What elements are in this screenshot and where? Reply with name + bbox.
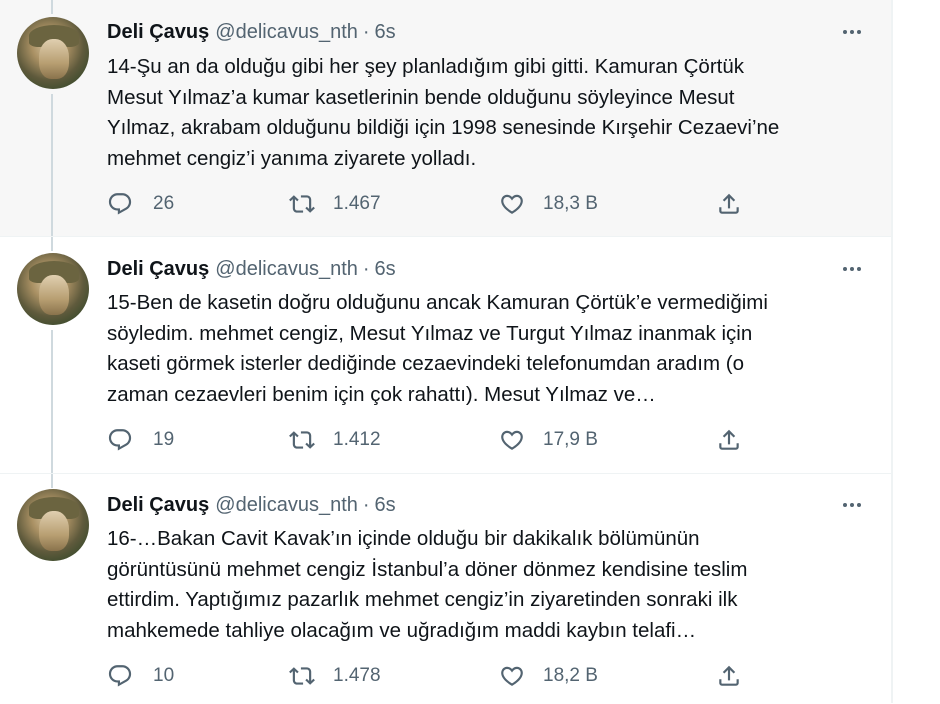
timestamp[interactable]: 6s bbox=[375, 494, 396, 517]
like-button[interactable]: 18,3 B bbox=[499, 189, 598, 219]
share-button[interactable] bbox=[716, 189, 742, 219]
avatar[interactable] bbox=[17, 253, 89, 325]
tweet-text-line: görüntüsünü mehmet cengiz İstanbul’a dön… bbox=[107, 557, 748, 581]
like-button[interactable]: 18,2 B bbox=[499, 661, 598, 691]
retweet-button[interactable]: 1.412 bbox=[289, 425, 381, 455]
reply-count: 19 bbox=[153, 429, 175, 450]
tweet-feed: Deli Çavuş @delicavus_nth · 6s 14-Şu an … bbox=[0, 0, 891, 704]
tweet-text-line: 16-…Bakan Cavit Kavak’ın içinde olduğu b… bbox=[107, 527, 700, 550]
retweet-icon bbox=[289, 667, 315, 685]
author-handle[interactable]: @delicavus_nth bbox=[215, 21, 358, 44]
avatar[interactable] bbox=[17, 489, 89, 561]
author-name[interactable]: Deli Çavuş bbox=[107, 494, 209, 517]
like-button[interactable]: 17,9 B bbox=[499, 425, 598, 455]
author-name[interactable]: Deli Çavuş bbox=[107, 258, 209, 281]
retweet-button[interactable]: 1.478 bbox=[289, 661, 381, 691]
share-button[interactable] bbox=[716, 425, 742, 455]
author-handle[interactable]: @delicavus_nth bbox=[215, 494, 358, 517]
share-icon bbox=[719, 665, 739, 686]
tweet[interactable]: Deli Çavuş @delicavus_nth · 6s 15-Ben de… bbox=[0, 236, 891, 474]
reply-count: 26 bbox=[153, 193, 175, 214]
column-divider bbox=[891, 0, 893, 703]
tweet-header: Deli Çavuş @delicavus_nth · 6s bbox=[107, 20, 396, 44]
retweet-icon bbox=[289, 431, 315, 449]
tweet-text-line: söyledim. mehmet cengiz, Mesut Yılmaz ve… bbox=[107, 321, 753, 345]
reply-count: 10 bbox=[153, 665, 175, 686]
avatar[interactable] bbox=[17, 17, 89, 89]
thread-line bbox=[51, 0, 53, 14]
more-icon[interactable] bbox=[839, 493, 865, 517]
tweet-text: 15-Ben de kasetin doğru olduğunu ancak K… bbox=[107, 288, 857, 410]
share-icon bbox=[719, 193, 739, 214]
tweet-text: 14-Şu an da olduğu gibi her şey planladı… bbox=[107, 52, 857, 174]
retweet-count: 1.467 bbox=[333, 193, 381, 214]
tweet-text-line: Yılmaz, akrabam olduğunu bildiği için 19… bbox=[107, 116, 780, 139]
tweet-text-line: kaseti görmek isterler dediğinde cezaevi… bbox=[107, 352, 744, 375]
tweet-text-line: zaman cezaevleri benim için çok rahattı)… bbox=[107, 382, 656, 406]
more-icon[interactable] bbox=[839, 257, 865, 281]
reply-button[interactable]: 10 bbox=[107, 661, 174, 691]
separator: · bbox=[362, 20, 370, 43]
author-name[interactable]: Deli Çavuş bbox=[107, 21, 209, 44]
tweet-text: 16-…Bakan Cavit Kavak’ın içinde olduğu b… bbox=[107, 524, 857, 646]
avatar-face bbox=[39, 39, 69, 79]
tweet-text-line: 14-Şu an da olduğu gibi her şey planladı… bbox=[107, 55, 745, 78]
separator: · bbox=[362, 257, 370, 280]
reply-button[interactable]: 19 bbox=[107, 425, 174, 455]
tweet-text-line: Mesut Yılmaz’a kumar kasetlerinin bende … bbox=[107, 85, 735, 109]
reply-button[interactable]: 26 bbox=[107, 189, 174, 219]
retweet-count: 1.478 bbox=[333, 665, 381, 686]
thread-line bbox=[51, 474, 53, 488]
reply-icon bbox=[108, 193, 132, 215]
tweet[interactable]: Deli Çavuş @delicavus_nth · 6s 14-Şu an … bbox=[0, 0, 891, 236]
like-icon bbox=[501, 666, 523, 686]
reply-icon bbox=[108, 429, 132, 451]
retweet-count: 1.412 bbox=[333, 429, 381, 450]
tweet-text-line: ettirdim. Yaptığımız pazarlık mehmet cen… bbox=[107, 588, 738, 611]
like-count: 17,9 B bbox=[543, 429, 598, 450]
like-icon bbox=[501, 430, 523, 450]
tweet-header: Deli Çavuş @delicavus_nth · 6s bbox=[107, 493, 396, 517]
share-button[interactable] bbox=[716, 661, 742, 691]
tweet[interactable]: Deli Çavuş @delicavus_nth · 6s 16-…Bakan… bbox=[0, 473, 891, 704]
avatar-face bbox=[39, 511, 69, 551]
more-icon[interactable] bbox=[839, 20, 865, 44]
tweet-actions: 19 1.412 17,9 B bbox=[0, 425, 891, 455]
timestamp[interactable]: 6s bbox=[375, 258, 396, 281]
like-icon bbox=[501, 194, 523, 214]
like-count: 18,3 B bbox=[543, 193, 598, 214]
retweet-button[interactable]: 1.467 bbox=[289, 189, 381, 219]
reply-icon bbox=[108, 665, 132, 687]
share-icon bbox=[719, 429, 739, 450]
tweet-header: Deli Çavuş @delicavus_nth · 6s bbox=[107, 257, 396, 281]
tweet-actions: 26 1.467 18,3 B bbox=[0, 189, 891, 219]
thread-line bbox=[51, 237, 53, 251]
like-count: 18,2 B bbox=[543, 665, 598, 686]
timestamp[interactable]: 6s bbox=[375, 21, 396, 44]
tweet-text-line: mahkemede tahliye olacağım ve uğradığım … bbox=[107, 618, 697, 642]
avatar-face bbox=[39, 275, 69, 315]
tweet-actions: 10 1.478 18,2 B bbox=[0, 661, 891, 691]
separator: · bbox=[362, 493, 370, 516]
tweet-text-line: 15-Ben de kasetin doğru olduğunu ancak K… bbox=[107, 291, 768, 314]
author-handle[interactable]: @delicavus_nth bbox=[215, 258, 358, 281]
retweet-icon bbox=[289, 195, 315, 213]
tweet-text-line: mehmet cengiz’i yanıma ziyarete yolladı. bbox=[107, 146, 477, 170]
